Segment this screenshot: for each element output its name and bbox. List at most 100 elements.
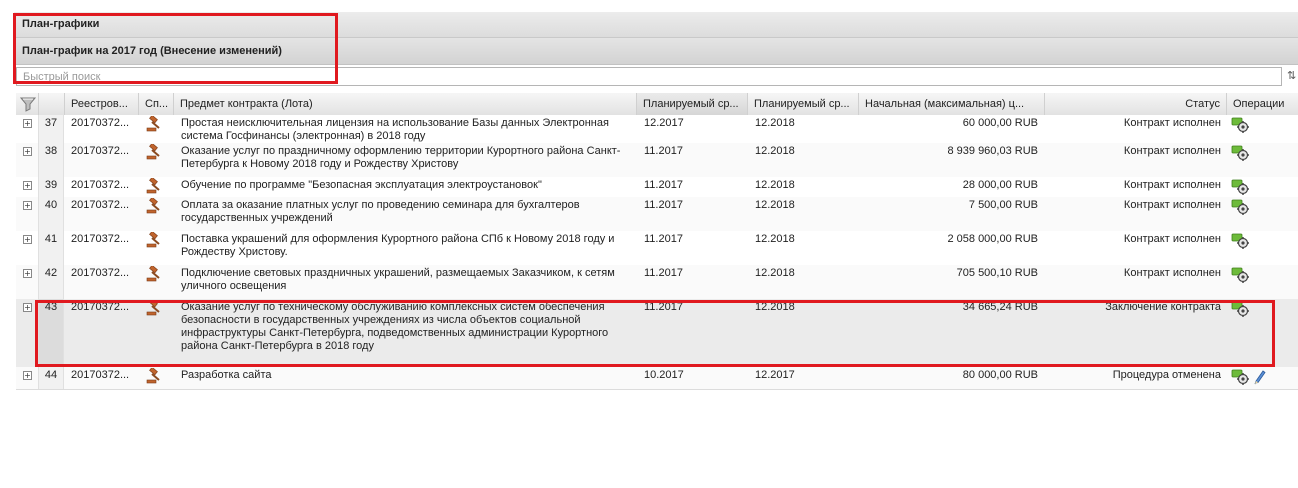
row-planned-end: 12.2018 xyxy=(755,199,795,211)
row-operations xyxy=(1226,265,1298,299)
search-options-icon[interactable]: ⇅ xyxy=(1287,69,1296,82)
column-operations[interactable]: Операции xyxy=(1226,93,1298,115)
row-planned-end: 12.2018 xyxy=(755,179,795,191)
row-status: Контракт исполнен xyxy=(1123,233,1221,245)
expand-plus-icon[interactable]: + xyxy=(23,303,32,312)
gear-icon[interactable] xyxy=(1231,369,1251,385)
row-registry: 20170372... xyxy=(71,145,130,157)
row-method xyxy=(138,231,173,265)
column-method[interactable]: Сп... xyxy=(138,93,173,115)
row-method xyxy=(138,177,173,197)
row-expander[interactable]: + xyxy=(16,143,38,177)
edit-pencil-icon[interactable] xyxy=(1253,369,1267,385)
table-row[interactable]: +44 20170372... Разработка сайта 10.2017 12.… xyxy=(16,367,1298,390)
row-planned-end: 12.2017 xyxy=(755,369,795,381)
expand-plus-icon[interactable]: + xyxy=(23,371,32,380)
row-number: 44 xyxy=(38,367,64,389)
row-subject: Обучение по программе "Безопасная эксплу… xyxy=(181,179,542,191)
row-method xyxy=(138,367,173,389)
table-row[interactable]: +42 20170372... Подключение световых празд… xyxy=(16,265,1298,300)
highlight-row-43 xyxy=(35,300,1275,367)
gear-icon[interactable] xyxy=(1231,199,1251,215)
gavel-icon xyxy=(146,232,160,248)
row-number: 38 xyxy=(38,143,64,177)
table-row[interactable]: +39 20170372... Обучение по программе "Без… xyxy=(16,177,1298,198)
row-operations xyxy=(1226,115,1298,143)
row-registry: 20170372... xyxy=(71,267,130,279)
row-price: 7 500,00 RUB xyxy=(968,199,1038,211)
row-status: Контракт исполнен xyxy=(1123,267,1221,279)
expand-plus-icon[interactable]: + xyxy=(23,269,32,278)
filter-icon[interactable] xyxy=(20,96,36,112)
row-expander[interactable]: + xyxy=(16,197,38,231)
row-registry: 20170372... xyxy=(71,233,130,245)
row-planned-end: 12.2018 xyxy=(755,267,795,279)
expand-plus-icon[interactable]: + xyxy=(23,119,32,128)
row-price: 28 000,00 RUB xyxy=(962,179,1038,191)
row-subject: Оказание услуг по праздничному оформлени… xyxy=(181,145,621,170)
column-registry[interactable]: Реестров... xyxy=(64,93,138,115)
row-expander[interactable]: + xyxy=(16,231,38,265)
row-registry: 20170372... xyxy=(71,369,130,381)
row-status: Контракт исполнен xyxy=(1123,145,1221,157)
table-row[interactable]: +40 20170372... Оплата за оказание платных… xyxy=(16,197,1298,232)
row-number: 39 xyxy=(38,177,64,197)
gavel-icon xyxy=(146,144,160,160)
row-planned-end: 12.2018 xyxy=(755,233,795,245)
table-row[interactable]: +37 20170372... Простая неисключительная л… xyxy=(16,115,1298,144)
row-expander[interactable]: + xyxy=(16,177,38,197)
row-number: 42 xyxy=(38,265,64,299)
row-expander[interactable]: + xyxy=(16,115,38,143)
row-expander[interactable]: + xyxy=(16,367,38,389)
expand-plus-icon[interactable]: + xyxy=(23,147,32,156)
row-operations xyxy=(1226,143,1298,177)
row-status: Контракт исполнен xyxy=(1123,117,1221,129)
row-method xyxy=(138,265,173,299)
row-subject: Разработка сайта xyxy=(181,369,272,381)
row-status: Процедура отменена xyxy=(1112,369,1221,381)
row-number: 37 xyxy=(38,115,64,143)
row-operations xyxy=(1226,197,1298,231)
column-price[interactable]: Начальная (максимальная) ц... xyxy=(858,93,1044,115)
grid-header: Реестров... Сп... Предмет контракта (Лот… xyxy=(16,93,1298,116)
row-price: 60 000,00 RUB xyxy=(962,117,1038,129)
row-operations xyxy=(1226,231,1298,265)
expand-plus-icon[interactable]: + xyxy=(23,201,32,210)
table-row[interactable]: +41 20170372... Поставка украшений для офо… xyxy=(16,231,1298,266)
gavel-icon xyxy=(146,198,160,214)
row-subject: Поставка украшений для оформления Курорт… xyxy=(181,233,615,258)
column-subject[interactable]: Предмет контракта (Лота) xyxy=(173,93,636,115)
row-expander[interactable]: + xyxy=(16,265,38,299)
column-planned-start[interactable]: Планируемый ср... xyxy=(636,93,747,115)
gavel-icon xyxy=(146,178,160,194)
row-planned-end: 12.2018 xyxy=(755,117,795,129)
column-planned-end[interactable]: Планируемый ср... xyxy=(747,93,858,115)
row-number: 41 xyxy=(38,231,64,265)
column-status[interactable]: Статус xyxy=(1044,93,1226,115)
row-registry: 20170372... xyxy=(71,179,130,191)
table-row[interactable]: +38 20170372... Оказание услуг по празднич… xyxy=(16,143,1298,178)
row-planned-start: 11.2017 xyxy=(644,199,683,211)
row-planned-start: 11.2017 xyxy=(644,145,683,157)
row-registry: 20170372... xyxy=(71,117,130,129)
gavel-icon xyxy=(146,368,160,384)
row-price: 705 500,10 RUB xyxy=(956,267,1038,279)
gear-icon[interactable] xyxy=(1231,145,1251,161)
gear-icon[interactable] xyxy=(1231,117,1251,133)
gear-icon[interactable] xyxy=(1231,267,1251,283)
row-price: 80 000,00 RUB xyxy=(962,369,1038,381)
row-subject: Простая неисключительная лицензия на исп… xyxy=(181,117,609,142)
expand-plus-icon[interactable]: + xyxy=(23,181,32,190)
row-planned-start: 11.2017 xyxy=(644,233,683,245)
gear-icon[interactable] xyxy=(1231,179,1251,195)
gavel-icon xyxy=(146,116,160,132)
column-number xyxy=(38,93,64,115)
row-price: 8 939 960,03 RUB xyxy=(947,145,1038,157)
row-method xyxy=(138,115,173,143)
row-method xyxy=(138,143,173,177)
row-status: Контракт исполнен xyxy=(1123,179,1221,191)
gear-icon[interactable] xyxy=(1231,233,1251,249)
expand-plus-icon[interactable]: + xyxy=(23,235,32,244)
highlight-plan-title xyxy=(13,13,338,84)
column-filter[interactable] xyxy=(16,93,38,115)
